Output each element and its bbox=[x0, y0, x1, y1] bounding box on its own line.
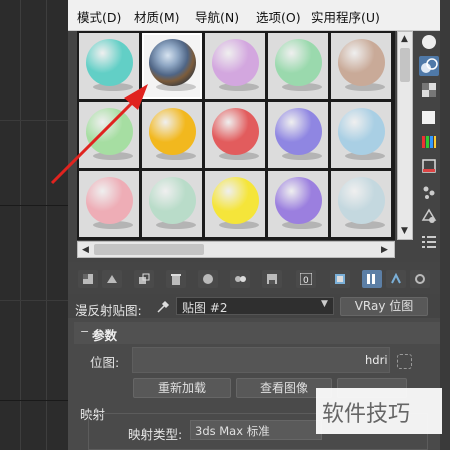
menu-material[interactable]: 材质(M) bbox=[134, 7, 180, 26]
reset-material-button[interactable] bbox=[166, 270, 186, 288]
options-icon[interactable] bbox=[419, 182, 439, 202]
sample-sphere bbox=[338, 108, 385, 155]
sample-sphere bbox=[212, 39, 259, 86]
material-slot-8[interactable] bbox=[205, 102, 265, 168]
bitmap-path-field[interactable]: hdri bbox=[132, 347, 390, 373]
viewport-grid-line bbox=[0, 400, 68, 401]
copy-material-button[interactable] bbox=[198, 270, 218, 288]
material-slot-2-selected[interactable] bbox=[142, 33, 202, 99]
menu-bar: 模式(D) 材质(M) 导航(N) 选项(O) 实用程序(U) bbox=[68, 0, 440, 31]
mapping-type-label: 映射类型: bbox=[128, 427, 183, 442]
sample-sphere bbox=[338, 39, 385, 86]
sample-sphere bbox=[86, 177, 133, 224]
sample-sphere bbox=[86, 108, 133, 155]
scroll-up-icon[interactable]: ▲ bbox=[401, 34, 408, 44]
rollout-title: 参数 bbox=[92, 328, 118, 343]
viewport-grid-line bbox=[46, 0, 47, 450]
put-to-scene-button[interactable] bbox=[102, 270, 122, 288]
viewport-grid-line bbox=[0, 120, 68, 121]
bitmap-checkbox[interactable] bbox=[397, 354, 412, 369]
material-slot-7[interactable] bbox=[142, 102, 202, 168]
material-slot-3[interactable] bbox=[205, 33, 265, 99]
material-slot-1[interactable] bbox=[79, 33, 139, 99]
material-slot-10[interactable] bbox=[331, 102, 391, 168]
viewport-grid-line bbox=[20, 0, 21, 450]
rollout-minus-icon: − bbox=[80, 325, 90, 338]
sample-grid-vertical-scrollbar[interactable]: ▲ ▼ bbox=[397, 31, 413, 240]
material-slot-13[interactable] bbox=[205, 171, 265, 237]
sample-sphere bbox=[212, 177, 259, 224]
material-slot-14[interactable] bbox=[268, 171, 328, 237]
map-type-button[interactable]: VRay 位图 bbox=[340, 297, 428, 316]
eyedropper-icon[interactable] bbox=[155, 298, 171, 314]
sample-sphere bbox=[275, 108, 322, 155]
menu-options[interactable]: 选项(O) bbox=[256, 7, 301, 26]
menu-navigation[interactable]: 导航(N) bbox=[195, 7, 239, 26]
material-navigator-icon[interactable] bbox=[419, 232, 439, 252]
get-material-button[interactable] bbox=[78, 270, 98, 288]
sample-sphere bbox=[149, 108, 196, 155]
sample-sphere bbox=[212, 108, 259, 155]
sample-sphere bbox=[275, 39, 322, 86]
video-color-check-icon[interactable] bbox=[419, 132, 439, 152]
scroll-thumb[interactable] bbox=[400, 48, 410, 82]
watermark-box: 软件技巧 bbox=[316, 388, 442, 434]
material-slot-4[interactable] bbox=[268, 33, 328, 99]
scroll-thumb[interactable] bbox=[94, 244, 204, 255]
map-name-value: 贴图 #2 bbox=[182, 301, 228, 315]
material-slot-11[interactable] bbox=[79, 171, 139, 237]
make-preview-icon[interactable] bbox=[419, 156, 439, 176]
assign-material-button[interactable] bbox=[134, 270, 154, 288]
put-to-library-button[interactable] bbox=[262, 270, 282, 288]
menu-mode[interactable]: 模式(D) bbox=[77, 7, 121, 26]
sample-uv-tiling-icon[interactable] bbox=[419, 108, 439, 128]
mapping-type-dropdown[interactable]: 3ds Max 标准 bbox=[190, 420, 322, 440]
scroll-left-icon[interactable]: ◀ bbox=[82, 245, 89, 255]
svg-text:0: 0 bbox=[303, 276, 309, 285]
material-slot-6[interactable] bbox=[79, 102, 139, 168]
material-slot-15[interactable] bbox=[331, 171, 391, 237]
sample-sphere bbox=[338, 177, 385, 224]
bitmap-label: 位图: bbox=[90, 355, 120, 370]
material-slot-12[interactable] bbox=[142, 171, 202, 237]
rollout-header[interactable]: − 参数 bbox=[74, 322, 440, 344]
show-end-result-button[interactable] bbox=[362, 270, 382, 288]
background-checker-icon[interactable] bbox=[419, 80, 439, 100]
menu-utilities[interactable]: 实用程序(U) bbox=[311, 7, 380, 26]
sample-sphere bbox=[149, 177, 196, 224]
hdri-sphere bbox=[149, 39, 196, 86]
reload-button[interactable]: 重新加载 bbox=[133, 378, 231, 398]
go-forward-to-sibling-button[interactable] bbox=[410, 270, 430, 288]
diffuse-map-label: 漫反射贴图: bbox=[75, 303, 142, 318]
material-id-channel-button[interactable]: 0 bbox=[296, 270, 316, 288]
material-sample-grid bbox=[77, 31, 395, 240]
command-panel-edge bbox=[440, 0, 450, 450]
sample-grid-horizontal-scrollbar[interactable]: ◀ ▶ bbox=[77, 241, 395, 258]
scroll-down-icon[interactable]: ▼ bbox=[401, 226, 408, 236]
viewport-grid-line bbox=[0, 300, 68, 301]
show-shaded-material-button[interactable] bbox=[330, 270, 350, 288]
mapping-type-value: 3ds Max 标准 bbox=[195, 424, 270, 438]
material-slot-5[interactable] bbox=[331, 33, 391, 99]
sample-type-icon[interactable] bbox=[419, 32, 439, 52]
backlight-icon[interactable] bbox=[419, 56, 439, 76]
make-unique-button[interactable] bbox=[230, 270, 250, 288]
viewport-panel[interactable] bbox=[0, 0, 68, 450]
viewport-grid-line bbox=[0, 205, 68, 206]
scroll-right-icon[interactable]: ▶ bbox=[381, 245, 388, 255]
select-by-material-icon[interactable] bbox=[419, 206, 439, 226]
map-name-dropdown[interactable]: 贴图 #2 ▼ bbox=[176, 297, 334, 315]
go-to-parent-button[interactable] bbox=[386, 270, 406, 288]
sample-sphere bbox=[86, 39, 133, 86]
sample-sphere bbox=[275, 177, 322, 224]
material-slot-9[interactable] bbox=[268, 102, 328, 168]
material-editor-toolbar bbox=[68, 262, 440, 294]
bitmap-file-name: hdri bbox=[365, 353, 388, 367]
watermark-text: 软件技巧 bbox=[322, 402, 411, 427]
chevron-down-icon: ▼ bbox=[321, 299, 328, 309]
